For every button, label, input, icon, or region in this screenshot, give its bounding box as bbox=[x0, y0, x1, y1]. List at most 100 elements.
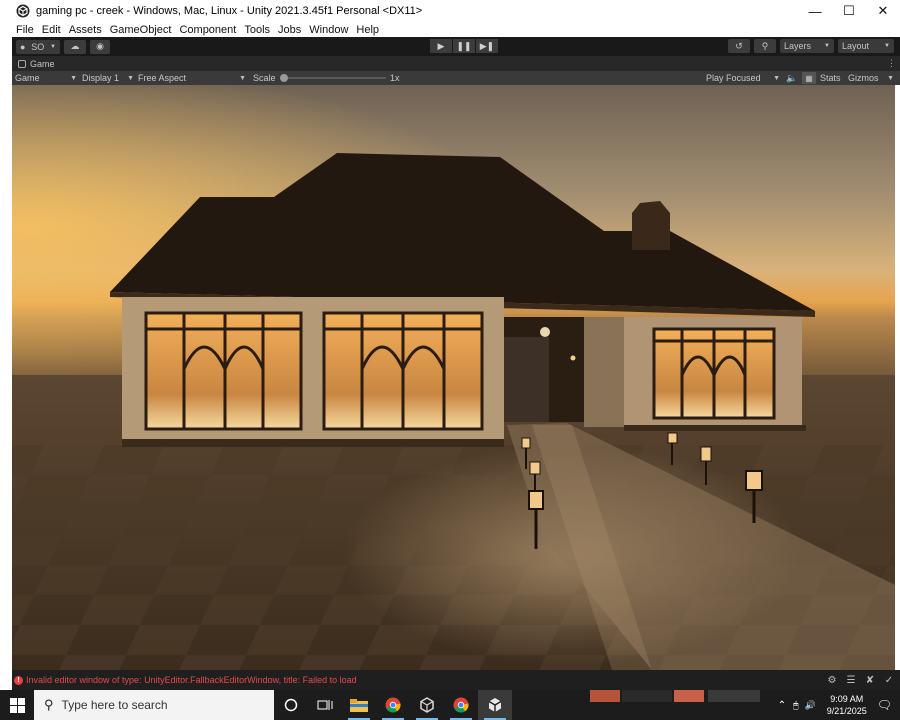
chrome-icon bbox=[385, 697, 401, 713]
stats-grid-button[interactable]: ▦ bbox=[802, 72, 816, 84]
speaker-icon[interactable]: 🔊 bbox=[805, 700, 816, 711]
cloud-button[interactable]: ☁ bbox=[64, 39, 86, 54]
menu-file[interactable]: File bbox=[16, 24, 34, 36]
console-status-bar[interactable]: ! Invalid editor window of type: UnityEd… bbox=[12, 670, 900, 690]
menu-tools[interactable]: Tools bbox=[244, 24, 270, 36]
clock[interactable]: 9:09 AM 9/21/2025 bbox=[827, 693, 867, 717]
taskbar-file-explorer[interactable] bbox=[342, 690, 376, 720]
windows-taskbar: ⚲ Type here to search ⌃ 🖱 🔊 9:09 AM 9/21… bbox=[0, 690, 900, 720]
start-button[interactable] bbox=[0, 690, 34, 720]
search-icon: ⚲ bbox=[761, 40, 769, 51]
taskbar-search-placeholder: Type here to search bbox=[61, 698, 168, 712]
account-label: SO bbox=[31, 41, 45, 52]
game-mode-label: Game bbox=[15, 73, 40, 83]
notification-icon[interactable]: 🗨 bbox=[877, 698, 892, 712]
chevron-down-icon: ▼ bbox=[887, 74, 894, 82]
history-icon: ↺ bbox=[735, 40, 743, 51]
pause-icon: ❚❚ bbox=[456, 40, 472, 51]
task-view-button[interactable] bbox=[308, 690, 342, 720]
status-error-message[interactable]: Invalid editor window of type: UnityEdit… bbox=[26, 675, 357, 685]
cloud-icon: ☁ bbox=[70, 41, 80, 51]
chevron-down-icon: ▼ bbox=[824, 43, 830, 49]
news-widget[interactable] bbox=[590, 690, 760, 720]
chrome-icon bbox=[453, 697, 469, 713]
gizmos-label: Gizmos bbox=[848, 73, 879, 83]
maximize-button[interactable]: ☐ bbox=[832, 0, 866, 22]
scale-value: 1x bbox=[390, 73, 400, 83]
folder-icon bbox=[350, 699, 368, 712]
menu-jobs[interactable]: Jobs bbox=[278, 24, 301, 36]
unity-icon bbox=[488, 698, 502, 712]
windows-logo-icon bbox=[9, 697, 25, 713]
chevron-down-icon: ▼ bbox=[70, 74, 77, 82]
auto-generate-lighting-icon[interactable]: ⚙ bbox=[825, 673, 839, 687]
display-label: Display 1 bbox=[82, 73, 120, 83]
menu-assets[interactable]: Assets bbox=[69, 24, 102, 36]
collab-button[interactable]: ◉ bbox=[90, 39, 110, 54]
game-mode-dropdown[interactable]: Game ▼ bbox=[15, 72, 77, 84]
gizmos-dropdown[interactable]: Gizmos ▼ bbox=[848, 72, 894, 84]
layout-label: Layout bbox=[842, 41, 870, 51]
pause-button[interactable]: ❚❚ bbox=[453, 39, 475, 53]
taskbar-search-box[interactable]: ⚲ Type here to search bbox=[34, 690, 274, 720]
menu-component[interactable]: Component bbox=[179, 24, 236, 36]
search-button[interactable]: ⚲ bbox=[754, 39, 776, 53]
scale-label: Scale bbox=[253, 73, 276, 83]
error-icon: ! bbox=[14, 675, 23, 685]
close-button[interactable]: ✕ bbox=[866, 0, 900, 22]
game-scene-render bbox=[12, 85, 895, 670]
scale-slider-handle[interactable] bbox=[280, 74, 288, 82]
play-icon: ▶ bbox=[437, 40, 445, 51]
account-dropdown[interactable]: ● SO ▼ bbox=[16, 39, 60, 54]
system-tray: ⌃ 🖱 🔊 9:09 AM 9/21/2025 🗨 bbox=[774, 690, 900, 720]
play-button[interactable]: ▶ bbox=[430, 39, 452, 53]
menu-help[interactable]: Help bbox=[356, 24, 379, 36]
window-title: gaming pc - creek - Windows, Mac, Linux … bbox=[36, 5, 423, 17]
stats-button[interactable]: Stats bbox=[820, 72, 841, 84]
layers-label: Layers bbox=[784, 41, 812, 51]
right-margin bbox=[895, 85, 900, 670]
more-options-icon[interactable]: ⋮ bbox=[887, 58, 896, 69]
audio-mute-button[interactable]: 🔈 bbox=[786, 72, 797, 84]
menu-window[interactable]: Window bbox=[309, 24, 348, 36]
chevron-up-icon[interactable]: ⌃ bbox=[778, 700, 786, 711]
layout-dropdown[interactable]: Layout ▼ bbox=[838, 39, 894, 53]
account-icon: ● bbox=[20, 41, 26, 52]
step-button[interactable]: ▶❚ bbox=[476, 39, 498, 53]
play-controls: ▶ ❚❚ ▶❚ bbox=[430, 39, 499, 53]
maximize-icon: ☐ bbox=[843, 3, 855, 18]
progress-icon[interactable]: ✓ bbox=[882, 673, 896, 687]
news-thumbnail-image bbox=[590, 690, 760, 702]
left-margin bbox=[0, 37, 12, 690]
cortana-button[interactable] bbox=[274, 690, 308, 720]
layers-dropdown[interactable]: Layers ▼ bbox=[780, 39, 834, 53]
network-icon[interactable]: 🖱 bbox=[793, 700, 798, 711]
aspect-label: Free Aspect bbox=[138, 73, 187, 83]
taskbar-chrome[interactable] bbox=[376, 690, 410, 720]
minimize-button[interactable]: — bbox=[798, 0, 832, 22]
game-viewport[interactable] bbox=[12, 85, 895, 670]
tab-game[interactable]: Game bbox=[30, 59, 55, 69]
play-focused-dropdown[interactable]: Play Focused ▼ bbox=[706, 72, 780, 84]
menu-bar: File Edit Assets GameObject Component To… bbox=[0, 22, 900, 37]
clock-time: 9:09 AM bbox=[830, 694, 864, 704]
chevron-down-icon: ▼ bbox=[239, 74, 246, 82]
cortana-icon bbox=[284, 698, 298, 712]
scale-slider-track[interactable] bbox=[282, 77, 386, 79]
taskbar-chrome-2[interactable] bbox=[444, 690, 478, 720]
chevron-down-icon: ▼ bbox=[773, 74, 780, 82]
collab-icon: ◉ bbox=[96, 41, 104, 51]
history-button[interactable]: ↺ bbox=[728, 39, 750, 53]
taskbar-unity-hub[interactable] bbox=[410, 690, 444, 720]
taskbar-unity-editor[interactable] bbox=[478, 690, 512, 720]
debug-mode-icon[interactable]: ✘ bbox=[863, 673, 877, 687]
chevron-down-icon: ▼ bbox=[127, 74, 134, 82]
aspect-dropdown[interactable]: Free Aspect ▼ bbox=[138, 72, 246, 84]
unity-logo-icon bbox=[16, 4, 30, 18]
menu-edit[interactable]: Edit bbox=[42, 24, 61, 36]
display-dropdown[interactable]: Display 1 ▼ bbox=[82, 72, 134, 84]
game-view-bar: Game ▼ Display 1 ▼ Free Aspect ▼ Scale 1… bbox=[12, 71, 900, 85]
cache-server-icon[interactable]: ☰ bbox=[844, 673, 858, 687]
menu-gameobject[interactable]: GameObject bbox=[110, 24, 172, 36]
close-icon: ✕ bbox=[877, 3, 889, 18]
